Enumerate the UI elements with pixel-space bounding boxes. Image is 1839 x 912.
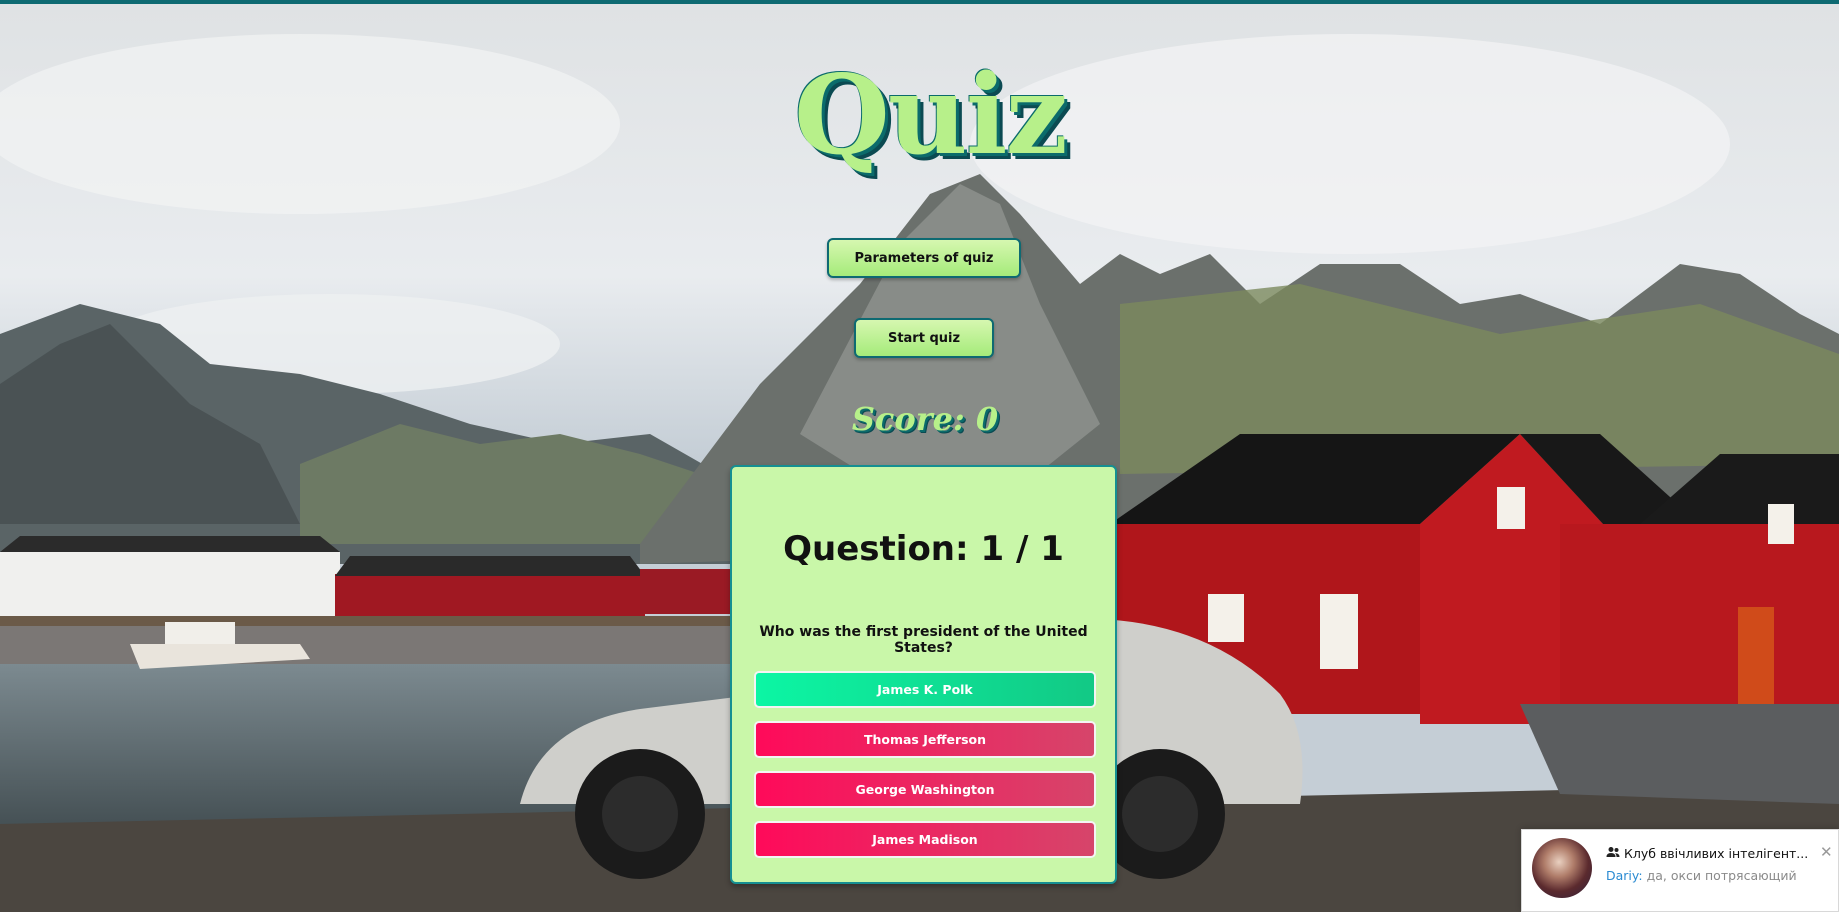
answer-option-2[interactable]: Thomas Jefferson [754,721,1096,758]
message-text: да, окси потрясающий [1646,868,1797,883]
notification-message: Dariy: да, окси потрясающий [1606,868,1831,883]
answer-option-4[interactable]: James Madison [754,821,1096,858]
answer-option-1[interactable]: James K. Polk [754,671,1096,708]
question-card: Question: 1 / 1 Who was the first presid… [730,465,1117,884]
notification-title-row: Клуб ввічливих інтелігент... [1606,844,1816,862]
message-sender: Dariy: [1606,868,1643,883]
question-counter: Question: 1 / 1 [783,529,1064,569]
start-quiz-button[interactable]: Start quiz [854,318,994,358]
quiz-title: Quiz [793,50,1068,179]
question-text: Who was the first president of the Unite… [759,624,1088,656]
parameters-of-quiz-button[interactable]: Parameters of quiz [827,238,1021,278]
close-icon[interactable]: ✕ [1820,843,1833,861]
group-icon [1606,846,1620,861]
chat-notification-popup[interactable]: Клуб ввічливих інтелігент... ✕ Dariy: да… [1521,829,1839,912]
avatar [1532,838,1592,898]
answer-option-3[interactable]: George Washington [754,771,1096,808]
score-display: Score: 0 [851,400,999,438]
chat-title: Клуб ввічливих інтелігент... [1624,845,1809,861]
